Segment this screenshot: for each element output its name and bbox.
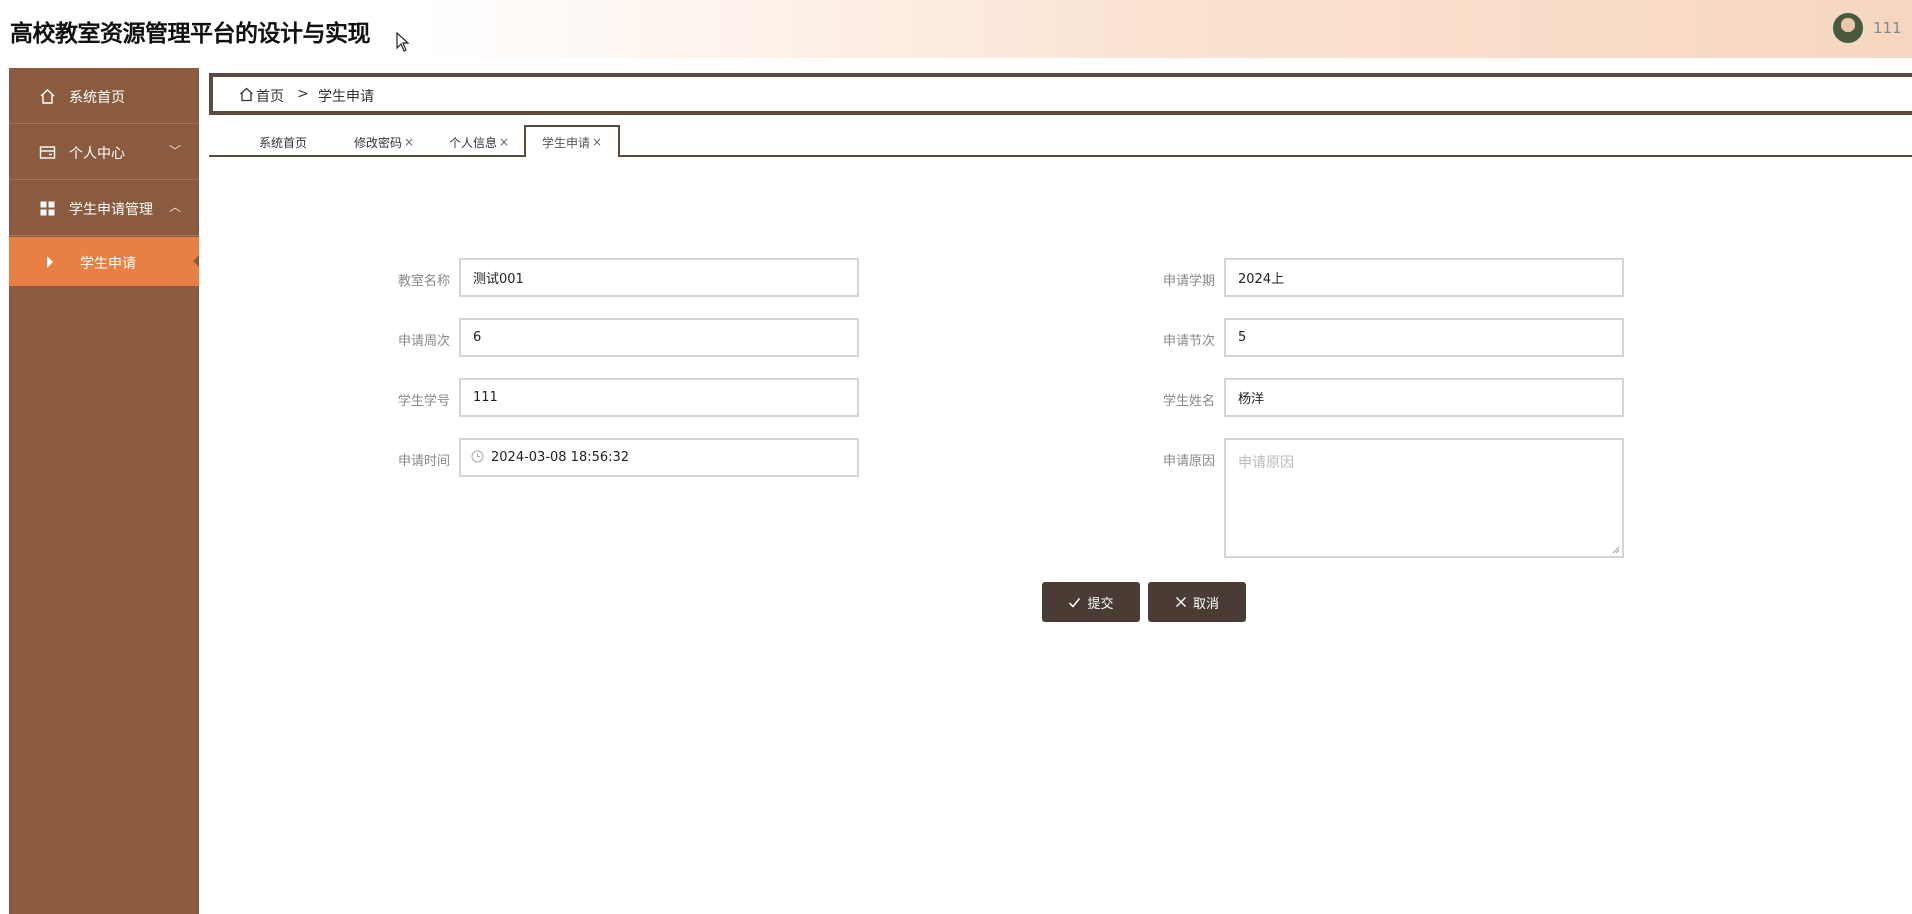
username[interactable]: 111 <box>1873 19 1902 37</box>
semester-field[interactable]: 2024上 <box>1224 258 1624 297</box>
resize-grip-icon[interactable] <box>1612 546 1620 554</box>
cancel-label: 取消 <box>1192 596 1219 612</box>
tab-label: 系统首页 <box>259 135 308 150</box>
close-icon[interactable]: × <box>592 135 602 149</box>
classroom-name-value: 测试001 <box>473 272 524 287</box>
breadcrumb-current: 学生申请 <box>318 89 374 105</box>
sidebar-item-label: 系统首页 <box>69 90 125 106</box>
grid-icon <box>40 201 55 216</box>
close-icon <box>1175 597 1186 607</box>
week-label: 申请周次 <box>397 334 450 349</box>
check-icon <box>1069 597 1081 608</box>
cancel-button[interactable]: 取消 <box>1148 582 1246 622</box>
student-name-value: 杨洋 <box>1238 392 1265 407</box>
sidebar-item-student-application-management[interactable]: 学生申请管理 ︿ <box>9 180 199 236</box>
week-field[interactable]: 6 <box>459 318 859 357</box>
app-title: 高校教室资源管理平台的设计与实现 <box>10 21 371 47</box>
reason-placeholder: 申请原因 <box>1238 455 1294 471</box>
student-name-label: 学生姓名 <box>1162 394 1215 409</box>
home-icon <box>40 89 55 104</box>
sidebar: 系统首页 个人中心 ﹀ 学生申请管理 ︿ 学生申请 <box>9 68 199 914</box>
tab-student-application[interactable]: 学生申请 × <box>524 125 621 157</box>
semester-value: 2024上 <box>1238 272 1285 287</box>
student-name-field[interactable]: 杨洋 <box>1224 378 1624 417</box>
reason-label: 申请原因 <box>1162 454 1215 469</box>
tab-label: 个人信息 <box>449 135 498 150</box>
avatar[interactable] <box>1832 12 1864 44</box>
tab-bar: 系统首页 修改密码 × 个人信息 × 学生申请 × <box>209 122 1912 157</box>
breadcrumb-home[interactable]: 首页 <box>256 86 284 106</box>
close-icon[interactable]: × <box>404 135 414 149</box>
close-icon[interactable]: × <box>499 135 509 149</box>
submit-button[interactable]: 提交 <box>1042 582 1140 622</box>
student-id-value: 111 <box>473 390 498 405</box>
student-id-field[interactable]: 111 <box>459 378 859 417</box>
classroom-name-label: 教室名称 <box>397 274 450 289</box>
clock-icon <box>471 450 484 463</box>
sidebar-subitem-student-application[interactable]: 学生申请 <box>9 237 199 286</box>
mouse-cursor-icon <box>396 32 410 52</box>
semester-label: 申请学期 <box>1162 274 1215 289</box>
chevron-up-icon: ︿ <box>169 200 182 214</box>
sidebar-item-personal-center[interactable]: 个人中心 ﹀ <box>9 124 199 180</box>
tab-label: 学生申请 <box>542 135 591 150</box>
period-label: 申请节次 <box>1162 334 1215 349</box>
wallet-icon <box>39 146 56 159</box>
home-icon[interactable] <box>239 87 254 102</box>
tab-personal-info[interactable]: 个人信息 × <box>449 127 509 157</box>
period-value: 5 <box>1238 330 1247 345</box>
caret-right-icon <box>47 256 53 268</box>
active-indicator <box>193 255 199 267</box>
reason-textarea[interactable]: 申请原因 <box>1224 438 1624 558</box>
top-header: 高校教室资源管理平台的设计与实现 111 <box>0 0 1912 58</box>
sidebar-item-label: 个人中心 <box>69 146 125 162</box>
sidebar-subitem-label: 学生申请 <box>80 256 136 272</box>
apply-time-field[interactable]: 2024-03-08 18:56:32 <box>459 438 859 477</box>
student-id-label: 学生学号 <box>397 394 450 409</box>
tab-label: 修改密码 <box>354 135 403 150</box>
tab-change-password[interactable]: 修改密码 × <box>354 127 414 157</box>
apply-time-label: 申请时间 <box>397 454 450 469</box>
breadcrumb: 首页 > 学生申请 <box>209 73 1912 115</box>
sidebar-item-label: 学生申请管理 <box>69 202 153 218</box>
chevron-down-icon: ﹀ <box>169 144 182 158</box>
tab-home[interactable]: 系统首页 <box>259 127 307 157</box>
submit-label: 提交 <box>1087 596 1114 612</box>
classroom-name-field[interactable]: 测试001 <box>459 258 859 297</box>
period-field[interactable]: 5 <box>1224 318 1624 357</box>
sidebar-item-home[interactable]: 系统首页 <box>9 68 199 124</box>
breadcrumb-separator: > <box>297 86 309 102</box>
week-value: 6 <box>473 330 482 345</box>
apply-time-value: 2024-03-08 18:56:32 <box>491 450 630 465</box>
